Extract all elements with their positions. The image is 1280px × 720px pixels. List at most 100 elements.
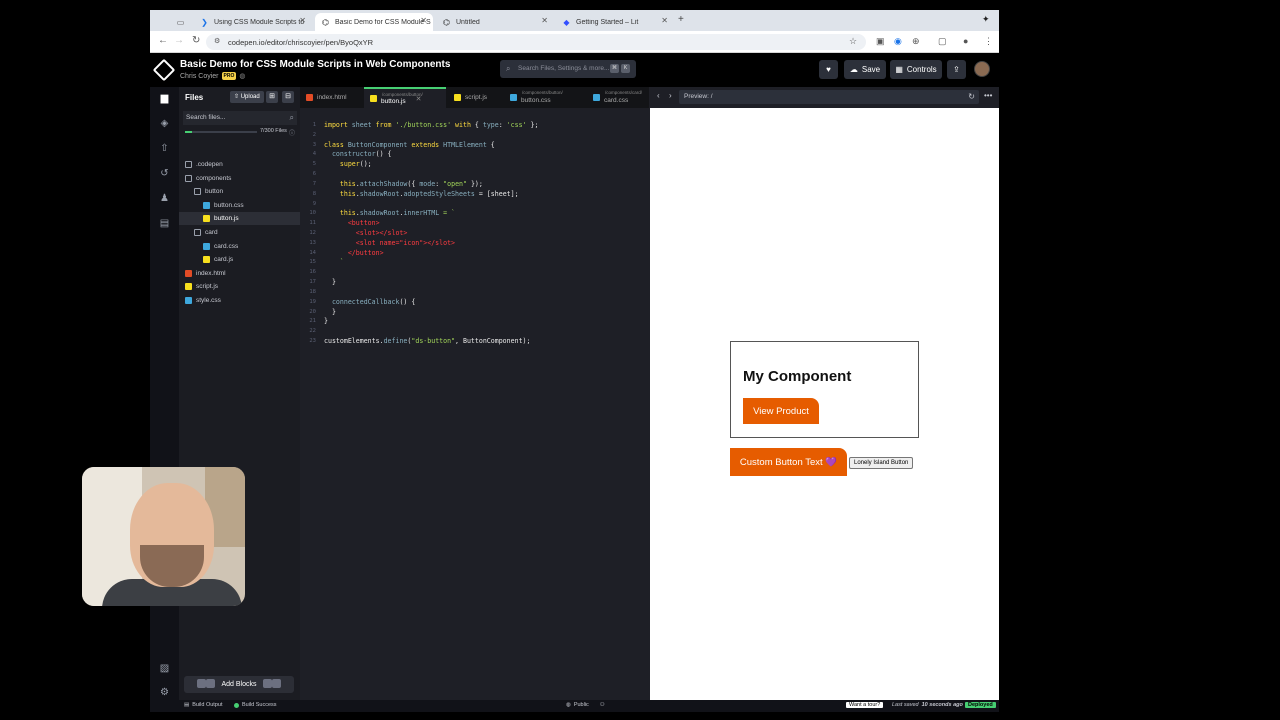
heart-button[interactable]: ♥ bbox=[819, 60, 838, 79]
back-icon[interactable]: ← bbox=[158, 35, 168, 46]
code-line[interactable]: this.attachShadow({ mode: "open" }); bbox=[324, 180, 483, 188]
code-token: extends bbox=[411, 140, 444, 149]
code-line[interactable]: </button> bbox=[324, 249, 384, 257]
extension-icon[interactable]: ◉ bbox=[894, 36, 902, 47]
view-product-button[interactable]: View Product bbox=[743, 398, 819, 424]
file-tree-item[interactable]: .codepen bbox=[179, 158, 300, 171]
new-folder-button[interactable]: ⊟ bbox=[282, 91, 294, 103]
new-file-button[interactable]: ⊞ bbox=[266, 91, 278, 103]
editor-tab[interactable]: /components/button/button.js ✕ bbox=[364, 87, 446, 108]
editor-tab[interactable]: /components/button/button.css bbox=[504, 87, 584, 108]
site-info-icon[interactable]: ⚙ bbox=[214, 37, 220, 45]
editor-tab[interactable]: index.html bbox=[300, 87, 362, 108]
console-icon[interactable]: ▤ bbox=[158, 218, 171, 229]
code-line[interactable]: class ButtonComponent extends HTMLElemen… bbox=[324, 141, 495, 149]
new-tab-button[interactable]: + bbox=[678, 14, 684, 25]
add-blocks-button[interactable]: Add Blocks bbox=[184, 676, 294, 693]
image-icon[interactable]: ▨ bbox=[158, 663, 171, 674]
upload-label: Upload bbox=[240, 94, 260, 100]
preview-url-field[interactable]: Preview: / ↻ bbox=[679, 90, 979, 104]
file-tree-item[interactable]: card.js bbox=[179, 253, 300, 266]
editor-tab[interactable]: /components/card/card.css bbox=[587, 87, 649, 108]
sparkle-icon[interactable]: ✦ bbox=[982, 14, 990, 25]
tab-group-icon[interactable]: ▭ bbox=[170, 13, 188, 31]
follow-icon[interactable]: ◍ bbox=[239, 72, 245, 80]
custom-button[interactable]: Custom Button Text 💜 bbox=[730, 448, 847, 476]
css-file-icon bbox=[203, 242, 210, 250]
reload-icon[interactable]: ↻ bbox=[192, 35, 200, 46]
file-tree-item[interactable]: button.css bbox=[179, 199, 300, 212]
layers-icon[interactable]: ◈ bbox=[158, 118, 171, 129]
files-icon[interactable]: ▆ bbox=[158, 93, 171, 104]
close-tab-icon[interactable]: ✕ bbox=[420, 16, 427, 25]
code-line[interactable]: import sheet from './button.css' with { … bbox=[324, 121, 538, 129]
file-tree-item[interactable]: script.js bbox=[179, 280, 300, 293]
file-tree-item[interactable]: components bbox=[179, 172, 300, 185]
file-tree-item[interactable]: style.css bbox=[179, 294, 300, 307]
share-button[interactable]: ⇪ bbox=[947, 60, 966, 79]
close-tab-icon[interactable]: ✕ bbox=[661, 16, 668, 25]
collaborators-icon[interactable]: ♟ bbox=[158, 193, 171, 204]
command-search[interactable]: ⌕ Search Files, Settings & more... ⌘ K bbox=[500, 60, 636, 78]
build-status[interactable]: Build Success bbox=[234, 702, 277, 708]
code-line[interactable]: <slot></slot> bbox=[324, 229, 408, 237]
sidepanel-icon[interactable]: ▢ bbox=[938, 36, 947, 47]
code-line[interactable]: this.shadowRoot.adoptedStyleSheets = [sh… bbox=[324, 190, 519, 198]
code-line[interactable]: this.shadowRoot.innerHTML = ` bbox=[324, 209, 455, 217]
code-line[interactable]: } bbox=[324, 308, 336, 316]
code-token: 'css' bbox=[506, 121, 527, 129]
code-line[interactable]: ` bbox=[324, 258, 344, 266]
deployed-status[interactable]: Deployed bbox=[965, 702, 996, 708]
extension-icon[interactable]: ▣ bbox=[876, 36, 885, 47]
code-line[interactable]: <button> bbox=[324, 219, 380, 227]
code-line[interactable]: <slot name="icon"></slot> bbox=[324, 239, 455, 247]
save-button[interactable]: ☁ Save bbox=[844, 60, 886, 79]
close-tab-icon[interactable]: ✕ bbox=[541, 16, 548, 25]
extension-icon[interactable]: ⊕ bbox=[912, 36, 920, 47]
file-tree-item[interactable]: card.css bbox=[179, 240, 300, 253]
history-icon[interactable]: ↺ bbox=[158, 168, 171, 179]
code-line[interactable]: constructor() { bbox=[324, 150, 392, 158]
browser-tab-1[interactable]: ⌬ Basic Demo for CSS Module S ✕ bbox=[315, 13, 433, 31]
file-tree-item[interactable]: index.html bbox=[179, 267, 300, 280]
kebab-menu-icon[interactable]: ⋮ bbox=[984, 36, 993, 47]
js-file-icon bbox=[185, 283, 192, 291]
browser-tab-0[interactable]: ❯ Using CSS Module Scripts to ✕ bbox=[194, 13, 312, 31]
settings-gear-icon[interactable]: ⚙ bbox=[158, 687, 171, 698]
code-editor[interactable]: 1 import sheet from './button.css' with {… bbox=[300, 108, 649, 700]
author-name[interactable]: Chris Coyier bbox=[180, 73, 219, 80]
upload-icon[interactable]: ⇧ bbox=[158, 143, 171, 154]
preview-forward-icon[interactable]: › bbox=[669, 91, 672, 100]
profile-icon[interactable]: ● bbox=[963, 36, 968, 46]
pen-title[interactable]: Basic Demo for CSS Module Scripts in Web… bbox=[180, 59, 450, 70]
code-line[interactable]: connectedCallback() { bbox=[324, 298, 415, 306]
tour-button[interactable]: Want a tour? bbox=[846, 702, 884, 708]
build-output-button[interactable]: ▤ Build Output bbox=[184, 702, 222, 708]
user-avatar[interactable] bbox=[974, 61, 990, 77]
controls-button[interactable]: ▦ Controls bbox=[890, 60, 942, 79]
preview-back-icon[interactable]: ‹ bbox=[657, 91, 660, 100]
bookmark-star-icon[interactable]: ☆ bbox=[849, 36, 857, 47]
codepen-logo[interactable] bbox=[152, 58, 176, 82]
file-tree-item[interactable]: card bbox=[179, 226, 300, 239]
file-tree-item[interactable]: button.js bbox=[179, 212, 300, 226]
browser-tab-2[interactable]: ⌬ Untitled ✕ bbox=[436, 13, 554, 31]
code-line[interactable]: } bbox=[324, 278, 336, 286]
info-icon[interactable]: ⓘ bbox=[289, 128, 295, 137]
lonely-island-button[interactable]: Lonely Island Button bbox=[849, 457, 914, 469]
more-options-icon[interactable]: ••• bbox=[984, 91, 992, 100]
upload-button[interactable]: ⇧ Upload bbox=[230, 91, 264, 103]
forward-icon[interactable]: → bbox=[174, 35, 184, 46]
refresh-icon[interactable]: ↻ bbox=[968, 92, 975, 101]
code-line[interactable]: super(); bbox=[324, 160, 372, 168]
close-tab-icon[interactable]: ✕ bbox=[299, 16, 306, 25]
browser-tab-title: Untitled bbox=[456, 18, 480, 26]
code-line[interactable]: } bbox=[324, 317, 328, 325]
url-field[interactable]: ⚙ codepen.io/editor/chriscoyier/pen/ByoQ… bbox=[206, 34, 866, 50]
file-tree-item[interactable]: button bbox=[179, 185, 300, 198]
visibility-toggle[interactable]: ◍ Public ⚇ bbox=[566, 702, 605, 708]
editor-tab[interactable]: script.js bbox=[448, 87, 502, 108]
browser-tab-3[interactable]: ◆ Getting Started – Lit ✕ bbox=[556, 13, 674, 31]
code-line[interactable]: customElements.define("ds-button", Butto… bbox=[324, 337, 530, 345]
file-search-input[interactable]: Search files... ⌕ bbox=[183, 111, 297, 125]
